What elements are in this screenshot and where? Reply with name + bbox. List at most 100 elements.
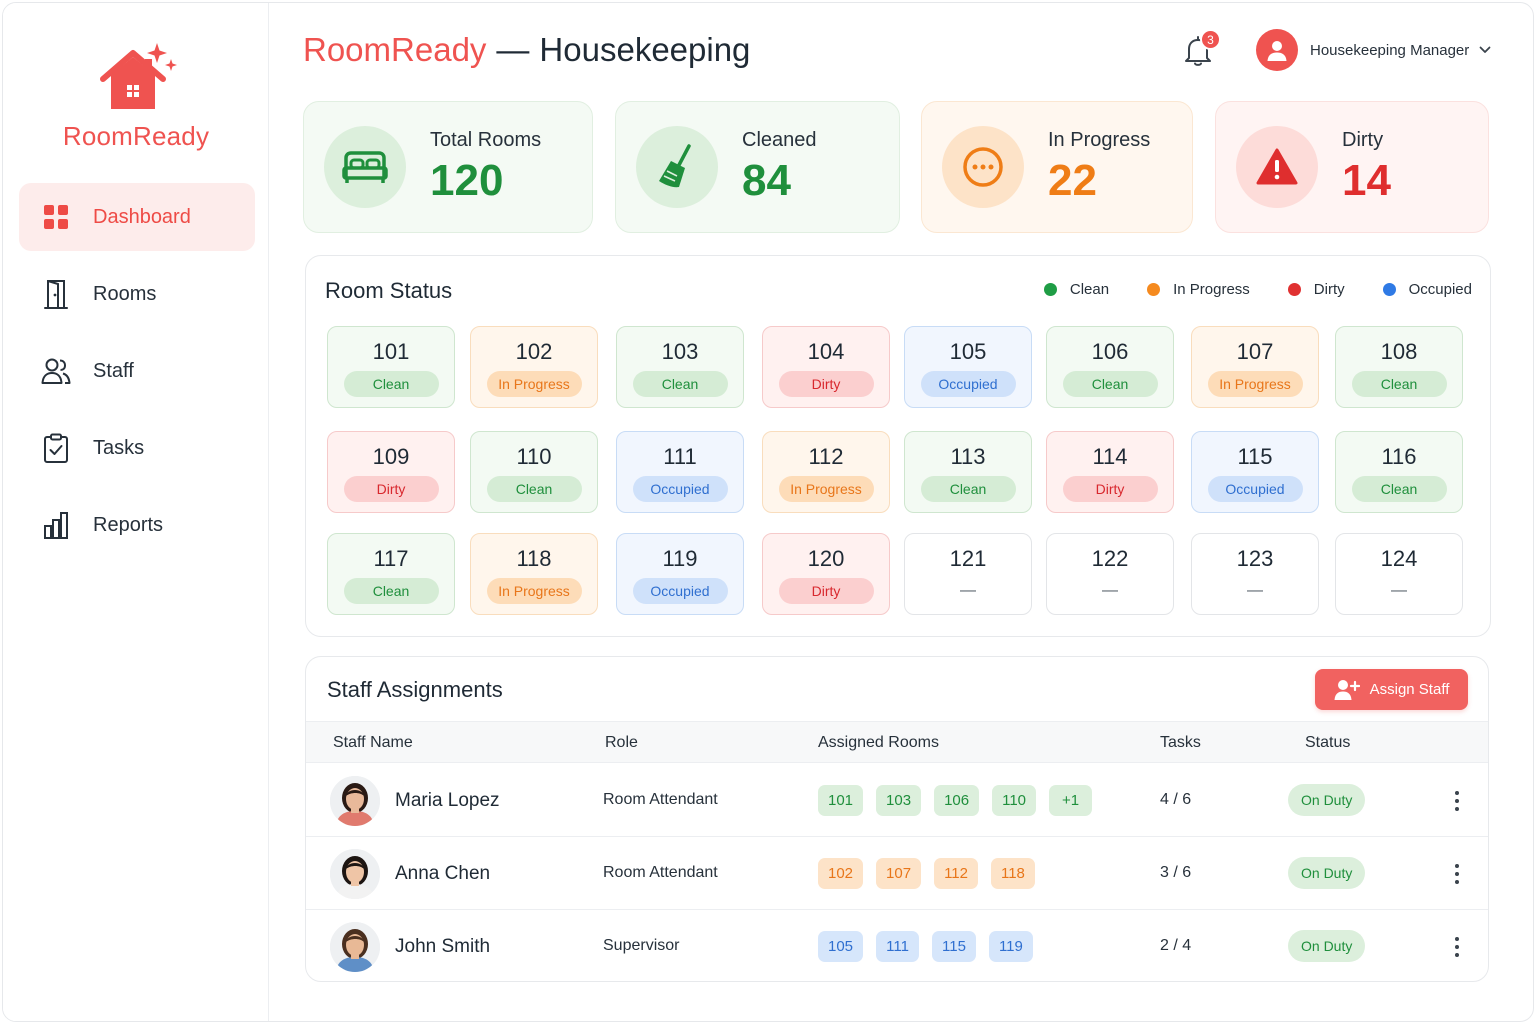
room-number: 111	[663, 444, 697, 469]
room-card-122[interactable]: 122 —	[1046, 533, 1174, 615]
logo-text: RoomReady	[62, 121, 210, 151]
column-header[interactable]: Staff Name	[333, 734, 413, 752]
room-card-114[interactable]: 114 Dirty	[1046, 431, 1174, 513]
sidebar-item-reports[interactable]: Reports	[19, 491, 255, 559]
logo[interactable]: RoomReady	[3, 41, 269, 152]
room-status-badge: Occupied	[1207, 476, 1303, 502]
staff-role: Supervisor	[603, 937, 680, 954]
legend-dot	[1287, 283, 1301, 296]
stat-label: Cleaned	[742, 128, 817, 151]
room-card-105[interactable]: 105 Occupied	[904, 326, 1032, 408]
room-number: 114	[1092, 444, 1128, 469]
room-card-119[interactable]: 119 Occupied	[616, 533, 744, 615]
room-status-badge: Dirty	[343, 476, 439, 502]
status-badge: On Duty	[1288, 930, 1366, 962]
room-card-113[interactable]: 113 Clean	[904, 431, 1032, 513]
assigned-room-chip[interactable]: 119	[988, 931, 1033, 962]
room-card-123[interactable]: 123 —	[1191, 533, 1319, 615]
assigned-room-chip[interactable]: 103	[876, 785, 922, 816]
status-badge: On Duty	[1288, 784, 1366, 816]
room-card-104[interactable]: 104 Dirty	[762, 326, 890, 408]
room-card-112[interactable]: 112 In Progress	[762, 431, 890, 513]
stat-value: 22	[1048, 155, 1097, 205]
sidebar-item-tasks[interactable]: Tasks	[19, 414, 255, 482]
assigned-room-chip[interactable]: 101	[818, 785, 864, 816]
table-row[interactable]: Maria Lopez Room Attendant 101 103 106 110 +1 4…	[306, 764, 1488, 837]
page-title-section: Housekeeping	[539, 31, 751, 68]
room-status-badge: Dirty	[1062, 476, 1158, 502]
room-card-109[interactable]: 109 Dirty	[327, 431, 455, 513]
sidebar-item-staff[interactable]: Staff	[19, 337, 255, 405]
staff-tasks: 4 / 6	[1160, 791, 1192, 808]
room-card-101[interactable]: 101 Clean	[327, 326, 455, 408]
assigned-room-chip[interactable]: 110	[992, 785, 1037, 816]
column-header[interactable]: Tasks	[1160, 734, 1201, 752]
stat-card-total-rooms[interactable]: Total Rooms 120	[303, 101, 593, 233]
room-card-121[interactable]: 121 —	[904, 533, 1032, 615]
assigned-room-chip[interactable]: 112	[934, 858, 978, 889]
assigned-room-chip[interactable]: 106	[934, 785, 980, 816]
room-card-118[interactable]: 118 In Progress	[470, 533, 598, 615]
room-number: 121	[949, 546, 987, 571]
stat-card-cleaned[interactable]: Cleaned 84	[615, 101, 900, 233]
door-icon	[41, 279, 71, 309]
column-header[interactable]: Assigned Rooms	[818, 734, 939, 752]
room-card-116[interactable]: 116 Clean	[1335, 431, 1463, 513]
room-card-106[interactable]: 106 Clean	[1046, 326, 1174, 408]
sidebar-item-dashboard[interactable]: Dashboard	[19, 183, 255, 251]
staff-name: Anna Chen	[395, 863, 491, 884]
table-row[interactable]: Anna Chen Room Attendant 102 107 112 118 3 / 6…	[306, 837, 1488, 910]
user-menu[interactable]: Housekeeping Manager	[1256, 29, 1491, 71]
room-card-117[interactable]: 117 Clean	[327, 533, 455, 615]
stat-card-dirty[interactable]: Dirty 14	[1215, 101, 1489, 233]
bed-icon	[324, 126, 406, 208]
room-card-120[interactable]: 120 Dirty	[762, 533, 890, 615]
grid-icon	[41, 202, 71, 232]
room-number: 107	[1236, 339, 1274, 364]
room-status-badge: Occupied	[920, 371, 1016, 397]
sidebar-item-label: Tasks	[93, 436, 145, 459]
room-card-108[interactable]: 108 Clean	[1335, 326, 1463, 408]
sidebar-item-rooms[interactable]: Rooms	[19, 260, 255, 328]
room-status-badge: Clean	[632, 371, 728, 397]
sidebar-item-label: Staff	[93, 359, 134, 382]
more-options-icon[interactable]	[1450, 859, 1464, 889]
room-card-115[interactable]: 115 Occupied	[1191, 431, 1319, 513]
more-options-icon[interactable]	[1450, 786, 1464, 816]
room-status-badge: Clean	[486, 476, 582, 502]
notifications-button[interactable]: 3	[1183, 29, 1221, 69]
header: RoomReady — Housekeeping 3 Housekeeping …	[303, 29, 1503, 75]
column-header[interactable]: Status	[1305, 734, 1350, 752]
assign-staff-button[interactable]: Assign Staff	[1315, 669, 1468, 710]
room-status-panel: Room Status Clean In Progress Dirty Occupie…	[305, 255, 1491, 637]
room-card-111[interactable]: 111 Occupied	[616, 431, 744, 513]
assigned-room-chip[interactable]: 105	[818, 931, 864, 962]
assigned-room-chip[interactable]: +1	[1049, 785, 1093, 816]
staff-tasks: 2 / 4	[1160, 937, 1192, 954]
legend-label: Dirty	[1313, 281, 1345, 298]
user-plus-icon	[1334, 679, 1360, 700]
more-options-icon[interactable]	[1450, 932, 1464, 962]
assigned-room-chip[interactable]: 115	[932, 931, 976, 962]
room-status-badge: —	[1247, 582, 1263, 599]
room-number: 112	[808, 444, 844, 469]
room-status-title: Room Status	[325, 278, 453, 303]
table-row[interactable]: John Smith Supervisor 105 111 115 119 2 / 4 On …	[306, 910, 1488, 981]
room-status-badge: Clean	[1351, 371, 1447, 397]
room-number: 105	[949, 339, 987, 364]
room-number: 108	[1380, 339, 1418, 364]
room-card-124[interactable]: 124 —	[1335, 533, 1463, 615]
room-card-107[interactable]: 107 In Progress	[1191, 326, 1319, 408]
room-number: 103	[661, 339, 699, 364]
assigned-room-chip[interactable]: 102	[818, 858, 864, 889]
room-card-110[interactable]: 110 Clean	[470, 431, 598, 513]
column-header[interactable]: Role	[605, 734, 638, 752]
assigned-room-chip[interactable]: 111	[876, 931, 920, 962]
room-card-103[interactable]: 103 Clean	[616, 326, 744, 408]
stat-card-in-progress[interactable]: In Progress 22	[921, 101, 1193, 233]
assigned-room-chip[interactable]: 107	[876, 858, 922, 889]
assigned-room-chip[interactable]: 118	[990, 858, 1035, 889]
legend-item: Clean	[1043, 281, 1109, 298]
room-card-102[interactable]: 102 In Progress	[470, 326, 598, 408]
stat-value: 84	[742, 155, 791, 205]
